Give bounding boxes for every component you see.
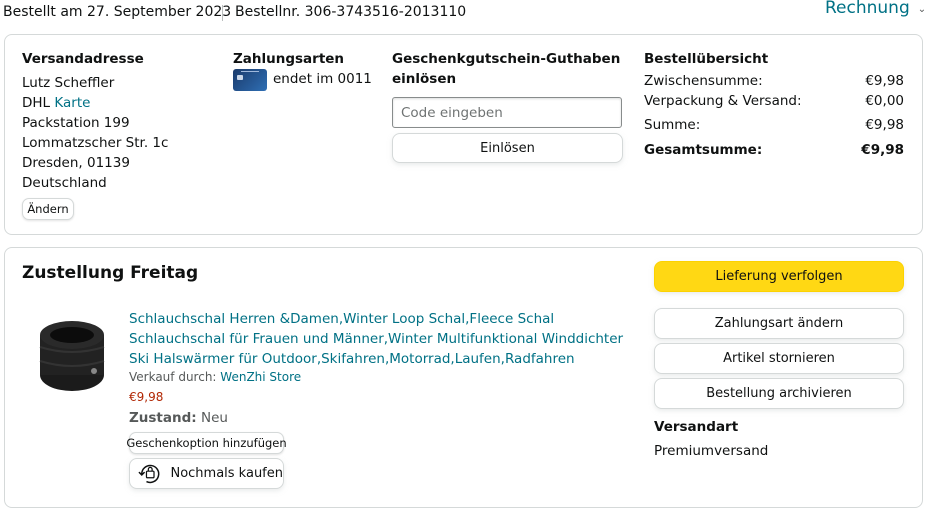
shipping-type-heading: Versandart: [654, 419, 739, 435]
order-summary-heading: Bestellübersicht: [644, 51, 769, 67]
address-carrier-line: DHL Karte: [22, 93, 90, 113]
seller-line: Verkauf durch: WenZhi Store: [129, 370, 301, 384]
chevron-down-icon: ⌄: [917, 4, 927, 15]
address-name: Lutz Scheffler: [22, 75, 115, 91]
order-date: Bestellt am 27. September 2023: [3, 4, 232, 20]
summary-label: Summe:: [644, 117, 701, 133]
address-carrier: DHL: [22, 95, 51, 111]
summary-label: Gesamtsumme:: [644, 142, 763, 158]
seller-prefix: Verkauf durch:: [129, 370, 217, 384]
archive-order-button[interactable]: Bestellung archivieren: [654, 378, 904, 409]
change-payment-button[interactable]: Zahlungsart ändern: [654, 308, 904, 339]
summary-row-subtotal: Zwischensumme: €9,98: [644, 73, 904, 89]
invoice-dropdown[interactable]: Rechnung ⌄: [825, 0, 926, 18]
gift-code-input[interactable]: [392, 97, 622, 128]
header-divider: [222, 5, 223, 21]
gift-option-button[interactable]: Geschenkoption hinzufügen: [126, 432, 287, 454]
buy-again-button[interactable]: Nochmals kaufen: [129, 458, 284, 489]
summary-value: €9,98: [865, 73, 904, 89]
gift-card-heading-line1: Geschenkgutschein-Guthaben: [392, 51, 621, 67]
product-title-link[interactable]: Schlauchschal Herren &Damen,Winter Loop …: [129, 309, 629, 369]
buy-again-label: Nochmals kaufen: [170, 466, 283, 481]
summary-label: Verpackung & Versand:: [644, 93, 802, 109]
payment-card-ending: endet im 0011: [273, 71, 372, 87]
shipping-type-value: Premiumversand: [654, 443, 769, 459]
order-number: Bestellnr. 306-3743516-2013110: [235, 4, 467, 20]
summary-row-total: Gesamtsumme: €9,98: [644, 142, 904, 158]
credit-card-icon: [233, 69, 267, 91]
address-line2: Lommatzscher Str. 1c: [22, 135, 169, 151]
summary-value: €9,98: [861, 142, 904, 158]
condition-line: Zustand: Neu: [129, 408, 228, 428]
map-link[interactable]: Karte: [54, 95, 90, 111]
delivery-heading: Zustellung Freitag: [22, 263, 199, 283]
gift-card-heading-line2: einlösen: [392, 71, 457, 87]
summary-row-shipping: Verpackung & Versand: €0,00: [644, 93, 904, 109]
track-package-button[interactable]: Lieferung verfolgen: [654, 261, 904, 292]
product-image[interactable]: [32, 313, 112, 395]
condition-label: Zustand:: [129, 410, 197, 426]
invoice-label: Rechnung: [825, 0, 910, 18]
payment-heading: Zahlungsarten: [233, 51, 345, 67]
summary-row-sum: Summe: €9,98: [644, 117, 904, 133]
summary-value: €0,00: [865, 93, 904, 109]
buy-again-icon: [138, 464, 160, 483]
address-city: Dresden, 01139: [22, 155, 130, 171]
address-line1: Packstation 199: [22, 115, 130, 131]
change-address-button[interactable]: Ändern: [22, 198, 74, 220]
seller-link[interactable]: WenZhi Store: [220, 370, 301, 384]
summary-label: Zwischensumme:: [644, 73, 763, 89]
shipping-address-heading: Versandadresse: [22, 51, 144, 67]
condition-value: Neu: [200, 410, 228, 426]
cancel-item-button[interactable]: Artikel stornieren: [654, 343, 904, 374]
address-country: Deutschland: [22, 175, 107, 191]
summary-value: €9,98: [865, 117, 904, 133]
product-price: €9,98: [129, 390, 164, 404]
redeem-button[interactable]: Einlösen: [392, 133, 623, 163]
